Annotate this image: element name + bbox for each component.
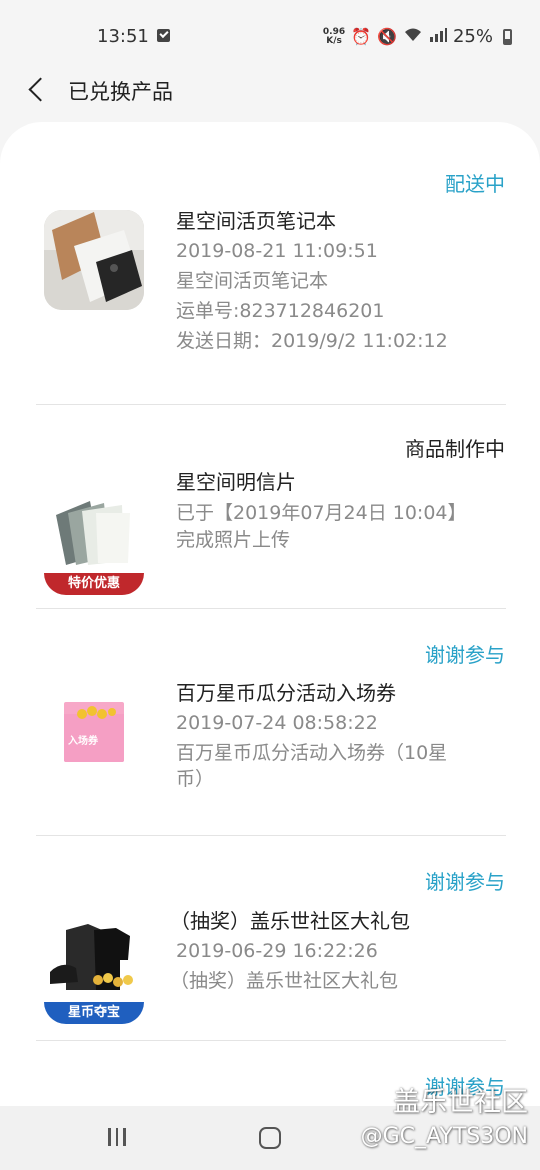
battery-icon: [503, 28, 512, 45]
product-name: 百万星币瓜分活动入场券: [176, 681, 396, 705]
product-description: 星空间活页笔记本: [176, 270, 329, 292]
wifi-icon: [403, 27, 423, 47]
watermark-title: 盖乐世社区: [393, 1087, 528, 1118]
order-info: 星空间明信片 已于【2019年07月24日 10:04】 完成照片上传: [176, 467, 496, 551]
order-info: 星空间活页笔记本 2019-08-21 11:09:51 星空间活页笔记本 运单…: [176, 206, 496, 356]
promo-badge: 星币夺宝: [44, 1002, 144, 1024]
battery-percent: 25%: [452, 26, 493, 47]
status-badge: 谢谢参与: [425, 643, 505, 667]
list-item[interactable]: 谢谢参与 星币夺宝 （抽奖）盖乐世社区大礼包 2019-06-29 16:22:…: [0, 836, 540, 1040]
alarm-icon: ⏰: [351, 27, 372, 46]
recent-apps-button[interactable]: [108, 1128, 130, 1148]
product-description: （抽奖）盖乐世社区大礼包: [170, 970, 399, 992]
mute-icon: 🔇: [377, 27, 397, 46]
back-arrow-icon[interactable]: [24, 76, 52, 104]
status-time: 13:51: [97, 26, 149, 47]
product-name: 星空间明信片: [176, 470, 296, 494]
app-header: 已兑换产品: [0, 60, 540, 120]
tracking-number: 运单号:823712846201: [176, 300, 385, 322]
list-item[interactable]: 配送中 星空间活页笔记本 2019-08-21 11:09:51 星空间活页笔记…: [0, 122, 540, 404]
upload-status: 已于【2019年07月24日 10:04】: [176, 502, 467, 524]
page-title: 已兑换产品: [68, 80, 173, 104]
ship-date: 发送日期：2019/9/2 11:02:12: [176, 330, 448, 352]
promo-badge: 特价优惠: [44, 573, 144, 595]
order-info: （抽奖）盖乐世社区大礼包 2019-06-29 16:22:26 （抽奖）盖乐世…: [170, 906, 490, 996]
upload-status-cont: 完成照片上传: [176, 529, 291, 551]
orders-list[interactable]: 配送中 星空间活页笔记本 2019-08-21 11:09:51 星空间活页笔记…: [0, 122, 540, 1112]
order-date: 2019-07-24 08:58:22: [176, 712, 378, 734]
status-icons: 0.96 K/s ⏰ 🔇 25%: [323, 26, 512, 47]
order-date: 2019-08-21 11:09:51: [176, 240, 378, 262]
product-image-ticket: 入场券: [64, 702, 124, 762]
status-badge: 商品制作中: [405, 437, 505, 461]
watermark-handle: @GC_AYTS3ON: [360, 1124, 528, 1149]
order-info-3: 百万星币瓜分活动入场券 2019-07-24 08:58:22 百万星币瓜分活动…: [176, 678, 496, 790]
ticket-label: 入场券: [68, 736, 98, 747]
product-description-cont: 币）: [176, 768, 215, 790]
home-button[interactable]: [259, 1127, 281, 1149]
network-speed: 0.96 K/s: [322, 26, 346, 46]
status-badge: 配送中: [445, 172, 505, 196]
product-name: （抽奖）盖乐世社区大礼包: [170, 909, 410, 933]
list-item[interactable]: 商品制作中 特价优惠 星空间明信片 已于【2019年07月24日 10:04】 …: [0, 405, 540, 608]
product-name: 星空间活页笔记本: [176, 209, 336, 233]
product-image-notebook: [44, 210, 144, 310]
status-badge: 谢谢参与: [425, 870, 505, 894]
order-date: 2019-06-29 16:22:26: [176, 940, 378, 962]
signal-icon: [429, 27, 447, 47]
product-description: 百万星币瓜分活动入场券（10星: [176, 742, 448, 764]
check-notification-icon: [157, 29, 170, 42]
